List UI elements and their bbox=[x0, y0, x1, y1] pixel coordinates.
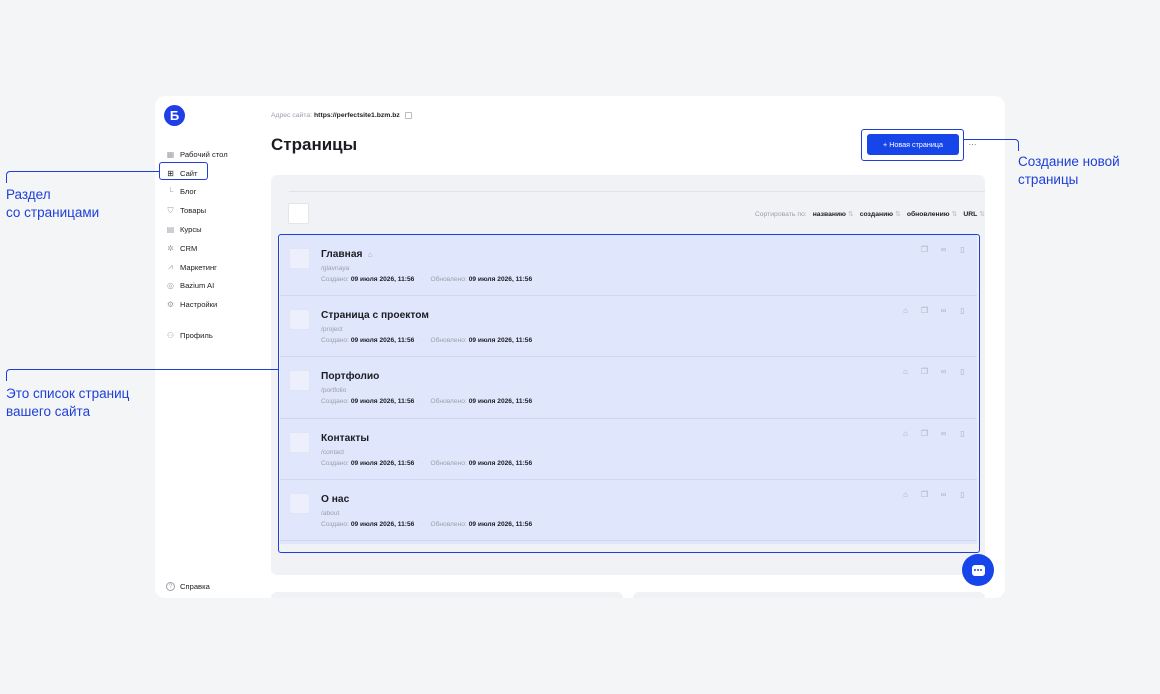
highlight-pages-list bbox=[278, 234, 980, 553]
logo[interactable]: Б bbox=[164, 105, 185, 126]
sidebar-item-label: CRM bbox=[180, 243, 198, 253]
sidebar-item-товары[interactable]: ⛉ Товары bbox=[155, 201, 260, 220]
highlight-new-page bbox=[861, 129, 964, 161]
sort-option[interactable]: обновлению ⇅ bbox=[907, 210, 958, 218]
leader-line bbox=[6, 369, 278, 381]
crm-icon: ✲ bbox=[167, 243, 174, 253]
bottom-cards bbox=[271, 592, 985, 598]
sidebar-item-label: Блог bbox=[180, 187, 197, 197]
ai-icon: ◎ bbox=[167, 281, 174, 291]
user-icon: ⚇ bbox=[166, 331, 175, 341]
sidebar-item-label: Настройки bbox=[180, 300, 218, 310]
chat-icon bbox=[971, 564, 985, 576]
sort-option[interactable]: созданию ⇅ bbox=[860, 210, 901, 218]
leader-line bbox=[964, 139, 1019, 151]
site-address: Адрес сайта: https://perfectsite1.bzm.bz bbox=[271, 112, 412, 119]
sidebar-item-профиль[interactable]: ⚇ Профиль bbox=[155, 326, 260, 345]
bottom-card bbox=[271, 592, 623, 598]
highlight-site-nav bbox=[159, 162, 208, 180]
callout-create: Создание новой страницы bbox=[1018, 154, 1120, 187]
sidebar-item-bazium-ai[interactable]: ◎ Bazium AI bbox=[155, 277, 260, 296]
sidebar-item-label: Рабочий стол bbox=[180, 149, 228, 159]
sidebar-item-label: Bazium AI bbox=[180, 281, 215, 291]
chart-icon: ⩘ bbox=[168, 262, 173, 272]
select-all-checkbox[interactable] bbox=[288, 203, 309, 224]
leader-line bbox=[6, 171, 159, 183]
sort-bar: Сортировать по: названию ⇅ созданию ⇅ обновл… bbox=[754, 210, 985, 219]
site-address-url[interactable]: https://perfectsite1.bzm.bz bbox=[314, 112, 400, 119]
sub-branch-icon: └ bbox=[167, 187, 174, 197]
callout-list: Это список страниц вашего сайта bbox=[6, 386, 130, 419]
bag-icon: ⛉ bbox=[167, 205, 174, 215]
sidebar-item-label: Профиль bbox=[180, 331, 213, 341]
sidebar-item-crm[interactable]: ✲ CRM bbox=[155, 239, 260, 258]
help-link[interactable]: ? Справка bbox=[166, 582, 210, 591]
help-label: Справка bbox=[180, 582, 210, 591]
sort-arrow-icon: ⇅ bbox=[951, 211, 958, 218]
book-icon: ▤ bbox=[166, 225, 175, 235]
site-address-label: Адрес сайта: bbox=[271, 112, 313, 119]
external-link-icon[interactable] bbox=[404, 112, 412, 119]
sidebar-item-рабочий-стол[interactable]: ▦ Рабочий стол bbox=[155, 145, 260, 164]
sidebar-item-настройки[interactable]: ⚙ Настройки bbox=[155, 295, 260, 314]
sidebar-item-label: Маркетинг bbox=[180, 262, 217, 272]
page-title: Страницы bbox=[271, 135, 358, 154]
dashboard-icon: ▦ bbox=[166, 149, 175, 159]
sidebar-item-label: Товары bbox=[180, 206, 207, 216]
bottom-card bbox=[633, 592, 985, 598]
chat-button[interactable] bbox=[962, 554, 994, 586]
sidebar-item-маркетинг[interactable]: ⩘ Маркетинг bbox=[155, 258, 260, 277]
sort-label: Сортировать по: bbox=[754, 210, 807, 218]
help-icon: ? bbox=[166, 582, 175, 591]
callout-section: Раздел со страницами bbox=[6, 187, 100, 220]
gear-icon: ⚙ bbox=[166, 300, 175, 310]
sidebar-item-блог[interactable]: └ Блог bbox=[155, 183, 260, 202]
sort-arrow-icon: ⇅ bbox=[848, 211, 854, 218]
sort-option[interactable]: URL ⇅ bbox=[963, 210, 985, 218]
sidebar-item-label: Курсы bbox=[180, 225, 202, 235]
divider bbox=[289, 191, 985, 192]
sidebar-item-курсы[interactable]: ▤ Курсы bbox=[155, 220, 260, 239]
sort-option[interactable]: названию ⇅ bbox=[813, 210, 854, 218]
sort-arrow-icon: ⇅ bbox=[895, 211, 901, 218]
sort-arrow-icon: ⇅ bbox=[979, 211, 985, 218]
